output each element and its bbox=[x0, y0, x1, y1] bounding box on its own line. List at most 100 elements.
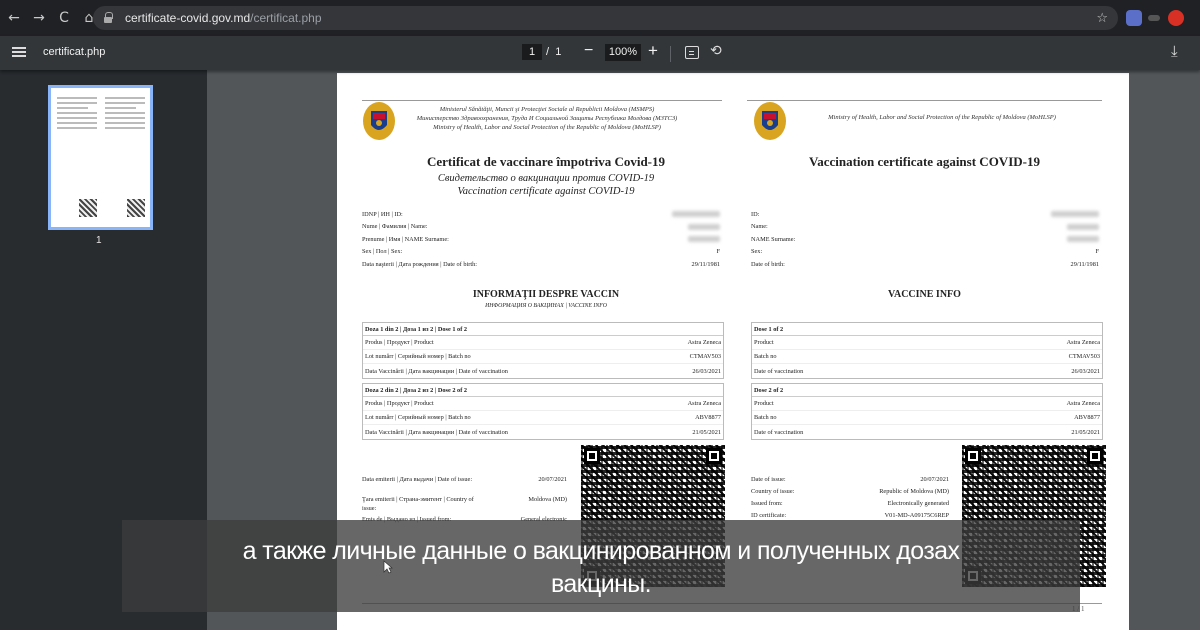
dose-row: Batch no CTMAV503 bbox=[752, 350, 1102, 364]
issue-row: Ţara emiterii | Страна-эмитент | Country… bbox=[362, 495, 567, 513]
dose-value: Astra Zeneca bbox=[1066, 339, 1100, 346]
zoom-input[interactable]: 100% bbox=[605, 44, 641, 61]
field-row: Name: bbox=[751, 221, 1099, 233]
dose-2-heading-en: Dose 2 of 2 bbox=[752, 384, 1102, 397]
certificate-subtitle-ru: Свидетельство о вакцинации против COVID-… bbox=[437, 173, 655, 184]
dose-row: Product Astra Zeneca bbox=[752, 397, 1102, 411]
dose-label: Lot numărr | Серийный номер | Batch no bbox=[365, 414, 471, 421]
extension-icon[interactable] bbox=[1126, 10, 1142, 26]
dose-row: Produs | Продукт | Product Astra Zeneca bbox=[363, 397, 723, 411]
reload-icon[interactable]: C bbox=[53, 7, 75, 29]
page-number-input[interactable]: 1 bbox=[522, 44, 542, 60]
mouse-cursor-icon bbox=[383, 560, 393, 574]
field-label: Sex | Пол | Sex: bbox=[362, 248, 403, 255]
issue-label: Ţara emiterii | Страна-эмитент | Country… bbox=[362, 496, 474, 512]
thumbnail-qr bbox=[127, 199, 145, 217]
issue-row: ID certificate: V01-MD-A09175C6REP bbox=[751, 511, 949, 520]
page-separator: / bbox=[546, 46, 550, 58]
dose-2-box-en: Dose 2 of 2 Product Astra Zeneca Batch no A… bbox=[751, 383, 1103, 440]
extension-icon[interactable] bbox=[1168, 10, 1184, 26]
page-count: / 1 bbox=[546, 46, 561, 58]
dose-label: Produs | Продукт | Product bbox=[365, 400, 434, 407]
field-label: NAME Surname: bbox=[751, 235, 796, 243]
address-bar[interactable]: certificate-covid.gov.md/certificat.php … bbox=[93, 6, 1118, 30]
document-title: certificat.php bbox=[43, 46, 106, 58]
issue-value: 20/07/2021 bbox=[538, 476, 567, 483]
download-icon[interactable]: ⤓ bbox=[1171, 42, 1178, 60]
subtitle-line-2: вакцины. bbox=[550, 570, 652, 598]
vaccine-info-subtitle: ИНФОРМАЦИЯ О ВАКЦИНАХ | VACCINE INFO bbox=[485, 303, 607, 309]
ministry-line-en: Ministry of Health, Labor and Social Pro… bbox=[433, 124, 661, 131]
ministry-header: Ministerul Sănătăţii, Muncii şi Protecţi… bbox=[397, 105, 697, 132]
issue-row: Country of issue: Republic of Moldova (MD… bbox=[751, 487, 949, 496]
dose-row: Lot numărr | Серийный номер | Batch no AB… bbox=[363, 411, 723, 425]
url-text[interactable]: certificate-covid.gov.md/certificat.php bbox=[125, 11, 322, 25]
redacted-value bbox=[1067, 236, 1099, 242]
field-row: IDNP | ИН | ID: bbox=[362, 208, 720, 220]
dose-value: Astra Zeneca bbox=[1066, 400, 1100, 407]
dose-row: Date of vaccination 26/03/2021 bbox=[752, 364, 1102, 378]
issue-row: Data emiterii | Дата выдачи | Date of is… bbox=[362, 475, 567, 484]
dose-label: Data Vaccinării | Дата вакцинации | Date… bbox=[365, 428, 508, 436]
field-label: ID: bbox=[751, 210, 760, 218]
dose-label: Date of vaccination bbox=[754, 367, 804, 375]
issue-value: 20/07/2021 bbox=[920, 476, 949, 483]
thumbnail-right-half bbox=[103, 94, 147, 156]
dose-label: Batch no bbox=[754, 414, 777, 421]
issue-label: ID certificate: bbox=[751, 512, 787, 519]
certificate-title: Certificat de vaccinare împotriva Covid-… bbox=[426, 154, 666, 169]
issue-label: Country of issue: bbox=[751, 488, 795, 495]
redacted-value bbox=[688, 223, 720, 230]
extension-icon[interactable] bbox=[1148, 15, 1160, 21]
header-rule bbox=[362, 100, 722, 101]
dose-label: Produs | Продукт | Product bbox=[365, 339, 434, 346]
zoom-out-button[interactable]: − bbox=[584, 42, 593, 60]
dose-row: Date of vaccination 21/05/2021 bbox=[752, 425, 1102, 439]
browser-toolbar: ← → C ⌂ certificate-covid.gov.md/certifi… bbox=[0, 0, 1200, 36]
subtitle-text: а также личные данные о вакцинированном … bbox=[122, 535, 1080, 601]
dose-value: ABV8877 bbox=[695, 414, 721, 421]
dose-row: Produs | Продукт | Product Astra Zeneca bbox=[363, 336, 723, 350]
url-path: /certificat.php bbox=[250, 11, 322, 25]
issue-row: Date of issue: 20/07/2021 bbox=[751, 475, 949, 484]
field-row: Sex | Пол | Sex: F bbox=[362, 246, 720, 258]
vaccine-info-title: INFORMAŢII DESPRE VACCIN bbox=[472, 289, 620, 300]
toolbar-divider bbox=[670, 46, 671, 62]
fit-page-icon[interactable] bbox=[685, 46, 699, 59]
field-label: Data naşterii | Дата рождения | Date of … bbox=[362, 260, 477, 268]
back-icon[interactable]: ← bbox=[3, 7, 25, 29]
field-row: NAME Surname: bbox=[751, 233, 1099, 245]
dose-2-rows-en: Product Astra Zeneca Batch no ABV8877 Date o… bbox=[752, 397, 1102, 439]
dose-value: Astra Zeneca bbox=[687, 339, 721, 346]
ministry-line-ro: Ministerul Sănătăţii, Muncii şi Protecţi… bbox=[439, 106, 655, 113]
field-row: Date of birth: 29/11/1981 bbox=[751, 258, 1099, 270]
rotate-icon[interactable]: ⟲ bbox=[710, 43, 722, 59]
redacted-value bbox=[672, 211, 720, 217]
field-row: Nume | Фамилия | Name: bbox=[362, 221, 720, 233]
dose-row: Data Vaccinării | Дата вакцинации | Date… bbox=[363, 425, 723, 439]
bookmark-star-icon[interactable]: ☆ bbox=[1096, 11, 1108, 26]
dose-value: 21/05/2021 bbox=[692, 428, 721, 436]
dose-2-heading: Doza 2 din 2 | Доза 2 из 2 | Dose 2 of 2 bbox=[363, 384, 723, 397]
redacted-value bbox=[688, 236, 720, 242]
dose-1-box: Doza 1 din 2 | Доза 1 из 2 | Dose 1 of 2… bbox=[362, 322, 724, 379]
dose-row: Product Astra Zeneca bbox=[752, 336, 1102, 350]
dose-value: ABV8877 bbox=[1074, 414, 1100, 421]
dose-1-heading-en: Dose 1 of 2 bbox=[752, 323, 1102, 336]
ministry-header-en: Ministry of Health, Labor and Social Pro… bbox=[828, 114, 1056, 121]
dose-1-rows-en: Product Astra Zeneca Batch no CTMAV503 Date … bbox=[752, 336, 1102, 378]
dose-row: Batch no ABV8877 bbox=[752, 411, 1102, 425]
menu-icon[interactable] bbox=[12, 47, 26, 57]
page-thumbnail[interactable] bbox=[48, 85, 153, 230]
forward-icon[interactable]: → bbox=[28, 7, 50, 29]
field-label: Nume | Фамилия | Name: bbox=[362, 223, 428, 230]
field-label: Sex: bbox=[751, 248, 763, 255]
lock-icon[interactable] bbox=[103, 12, 113, 24]
zoom-in-button[interactable]: + bbox=[648, 41, 658, 61]
dose-1-heading: Doza 1 din 2 | Доза 1 из 2 | Dose 1 of 2 bbox=[363, 323, 723, 336]
field-value: F bbox=[716, 248, 720, 255]
moldova-coat-of-arms-icon bbox=[754, 102, 786, 140]
thumbnail-qr bbox=[79, 199, 97, 217]
issue-row: Issued from: Electronically generated bbox=[751, 499, 949, 508]
dose-value: CTMAV503 bbox=[1068, 353, 1100, 360]
